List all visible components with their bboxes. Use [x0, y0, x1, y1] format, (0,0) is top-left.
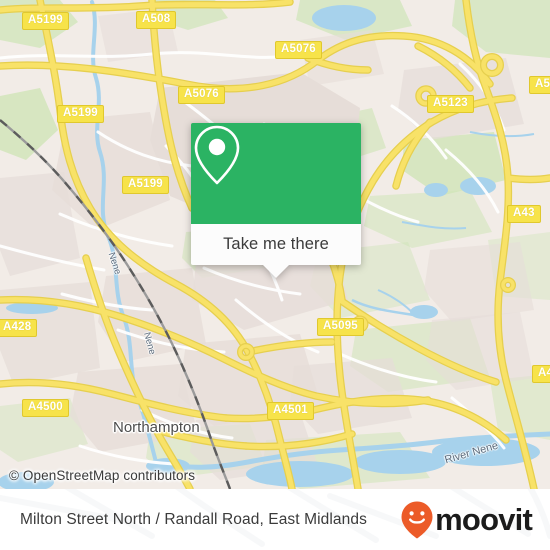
moovit-smiley-pin-icon [401, 501, 433, 538]
location-title: Milton Street North / Randall Road, East… [20, 510, 367, 528]
popup-pointer-tail [263, 265, 289, 278]
take-me-there-label: Take me there [223, 235, 329, 253]
road-shield: A50 [529, 76, 550, 94]
map-canvas[interactable]: A5199 A508 A5076 A5076 A5199 A5123 A50 A… [0, 0, 550, 489]
road-shield: A4501 [267, 402, 314, 420]
road-shield: A5076 [178, 86, 225, 104]
location-popup-card[interactable]: Take me there [191, 123, 361, 278]
road-shield: A4500 [22, 399, 69, 417]
road-shield: A5199 [57, 105, 104, 123]
road-shield: A5123 [427, 95, 474, 113]
map-screenshot: A5199 A508 A5076 A5076 A5199 A5123 A50 A… [0, 0, 550, 550]
footer-bar: Milton Street North / Randall Road, East… [0, 489, 550, 550]
road-shield: A5076 [275, 41, 322, 59]
road-shield: A428 [0, 319, 38, 337]
popup-cta-area[interactable]: Take me there [191, 224, 361, 265]
map-pin-icon [194, 125, 240, 185]
popup-image-area [191, 123, 361, 224]
osm-attribution[interactable]: © OpenStreetMap contributors [9, 468, 195, 483]
moovit-logo[interactable]: moovit [400, 500, 533, 540]
road-shield: A5095 [317, 318, 364, 336]
road-shield: A43 [532, 365, 550, 383]
place-label-northampton: Northampton [113, 419, 200, 436]
moovit-wordmark: moovit [435, 502, 533, 537]
road-shield: A508 [136, 11, 177, 29]
road-shield: A5199 [22, 12, 69, 30]
road-shield: A43 [507, 205, 541, 223]
road-shield: A5199 [122, 176, 169, 194]
